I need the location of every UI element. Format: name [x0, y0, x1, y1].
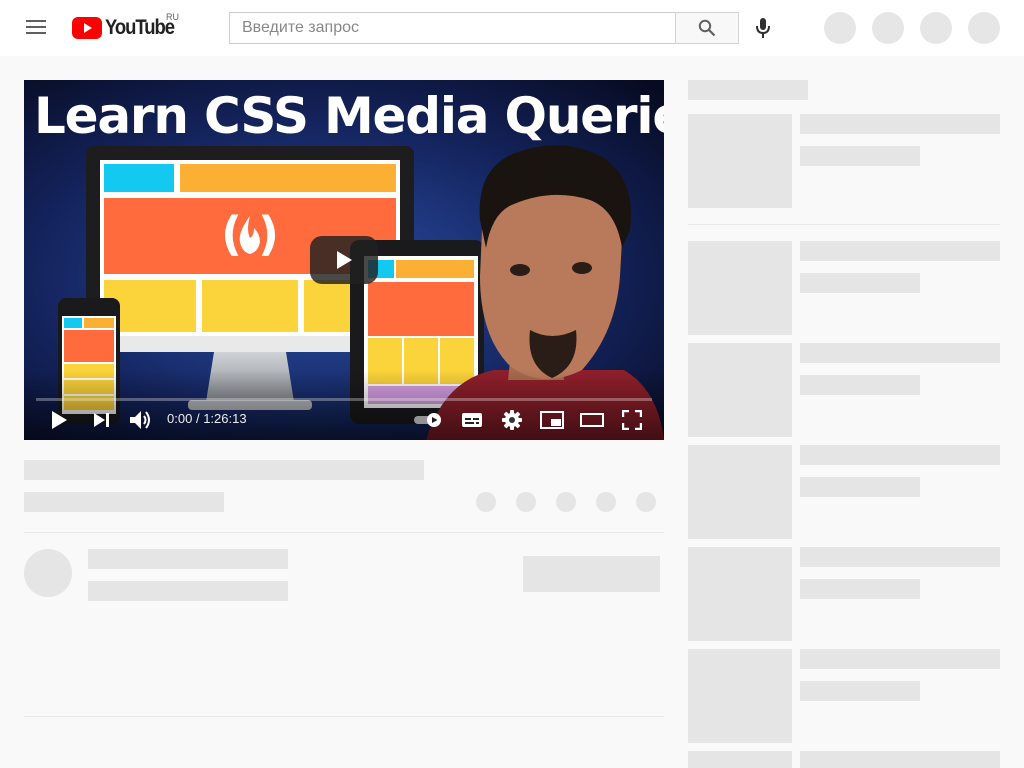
- volume-button[interactable]: [128, 405, 154, 435]
- controls-gradient: [24, 370, 664, 440]
- next-button[interactable]: [90, 405, 114, 435]
- masthead: YouTube RU: [0, 0, 1024, 56]
- autoplay-toggle[interactable]: [412, 405, 446, 435]
- sidebar-heading-skeleton: [688, 80, 808, 100]
- miniplayer-icon: [540, 411, 564, 429]
- related-thumbnail-skeleton: [688, 751, 792, 768]
- settings-button[interactable]: [498, 405, 526, 435]
- menu-button[interactable]: [20, 16, 52, 40]
- youtube-logo[interactable]: YouTube RU: [72, 12, 183, 40]
- related-title-skeleton: [800, 241, 1000, 261]
- fullscreen-button[interactable]: [618, 405, 646, 435]
- action-skeleton-2: [516, 492, 536, 512]
- related-meta-skeleton: [800, 681, 920, 701]
- subtitles-button[interactable]: [458, 405, 486, 435]
- theater-mode-button[interactable]: [578, 405, 606, 435]
- voice-search-button[interactable]: [750, 14, 776, 42]
- fullscreen-icon: [622, 410, 642, 430]
- related-title-skeleton: [800, 343, 1000, 363]
- next-icon: [94, 413, 109, 427]
- divider: [688, 224, 1000, 225]
- region-code: RU: [166, 12, 179, 22]
- related-meta-skeleton: [800, 375, 920, 395]
- search-bar: [229, 12, 739, 44]
- related-title-skeleton: [800, 547, 1000, 567]
- video-player[interactable]: ( ) Learn CSS Media Queries 0:00 / 1:26:…: [24, 80, 664, 440]
- divider: [24, 716, 664, 717]
- logo-wordmark: YouTube: [105, 16, 175, 39]
- action-skeleton-3: [556, 492, 576, 512]
- related-thumbnail-skeleton: [688, 547, 792, 641]
- search-button[interactable]: [675, 12, 739, 44]
- related-meta-skeleton: [800, 273, 920, 293]
- subscribe-button-skeleton: [523, 556, 660, 592]
- channel-avatar-skeleton: [24, 549, 72, 597]
- related-thumbnail-skeleton: [688, 649, 792, 743]
- related-meta-skeleton: [800, 146, 920, 166]
- view-count-skeleton: [24, 492, 224, 512]
- search-icon: [698, 19, 716, 37]
- header-action-placeholder-2[interactable]: [872, 12, 904, 44]
- related-title-skeleton: [800, 649, 1000, 669]
- time-current: 0:00: [167, 411, 193, 426]
- theater-icon: [580, 413, 604, 427]
- play-icon: [337, 251, 352, 269]
- thumbnail-title: Learn CSS Media Queries: [34, 87, 664, 145]
- related-title-skeleton: [800, 445, 1000, 465]
- miniplayer-button[interactable]: [538, 405, 566, 435]
- action-skeleton-5: [636, 492, 656, 512]
- divider: [24, 532, 664, 533]
- related-title-skeleton: [800, 751, 1000, 768]
- subscriber-count-skeleton: [88, 581, 288, 601]
- related-title-skeleton: [800, 114, 1000, 134]
- play-icon: [52, 411, 67, 429]
- related-thumbnail-skeleton: [688, 343, 792, 437]
- related-thumbnail-skeleton: [688, 241, 792, 335]
- large-play-button[interactable]: [310, 236, 378, 284]
- header-action-placeholder-1[interactable]: [824, 12, 856, 44]
- avatar-placeholder[interactable]: [968, 12, 1000, 44]
- time-display: 0:00 / 1:26:13: [167, 411, 247, 426]
- related-thumbnail-skeleton: [688, 114, 792, 208]
- related-meta-skeleton: [800, 477, 920, 497]
- mic-icon: [756, 18, 770, 38]
- volume-icon: [130, 411, 150, 429]
- action-skeleton-4: [596, 492, 616, 512]
- header-action-placeholder-3[interactable]: [920, 12, 952, 44]
- subtitles-icon: [462, 413, 482, 427]
- menu-icon: [26, 20, 46, 34]
- search-input[interactable]: [229, 12, 675, 44]
- progress-bar[interactable]: [36, 398, 652, 401]
- related-meta-skeleton: [800, 579, 920, 599]
- youtube-play-logo-icon: [72, 17, 102, 39]
- channel-name-skeleton: [88, 549, 288, 569]
- settings-icon: [502, 410, 522, 430]
- play-button[interactable]: [46, 405, 72, 435]
- related-thumbnail-skeleton: [688, 445, 792, 539]
- time-duration: 1:26:13: [203, 411, 247, 426]
- title-skeleton: [24, 460, 424, 480]
- time-separator: /: [195, 411, 200, 426]
- autoplay-toggle-icon: [414, 413, 441, 427]
- action-skeleton-1: [476, 492, 496, 512]
